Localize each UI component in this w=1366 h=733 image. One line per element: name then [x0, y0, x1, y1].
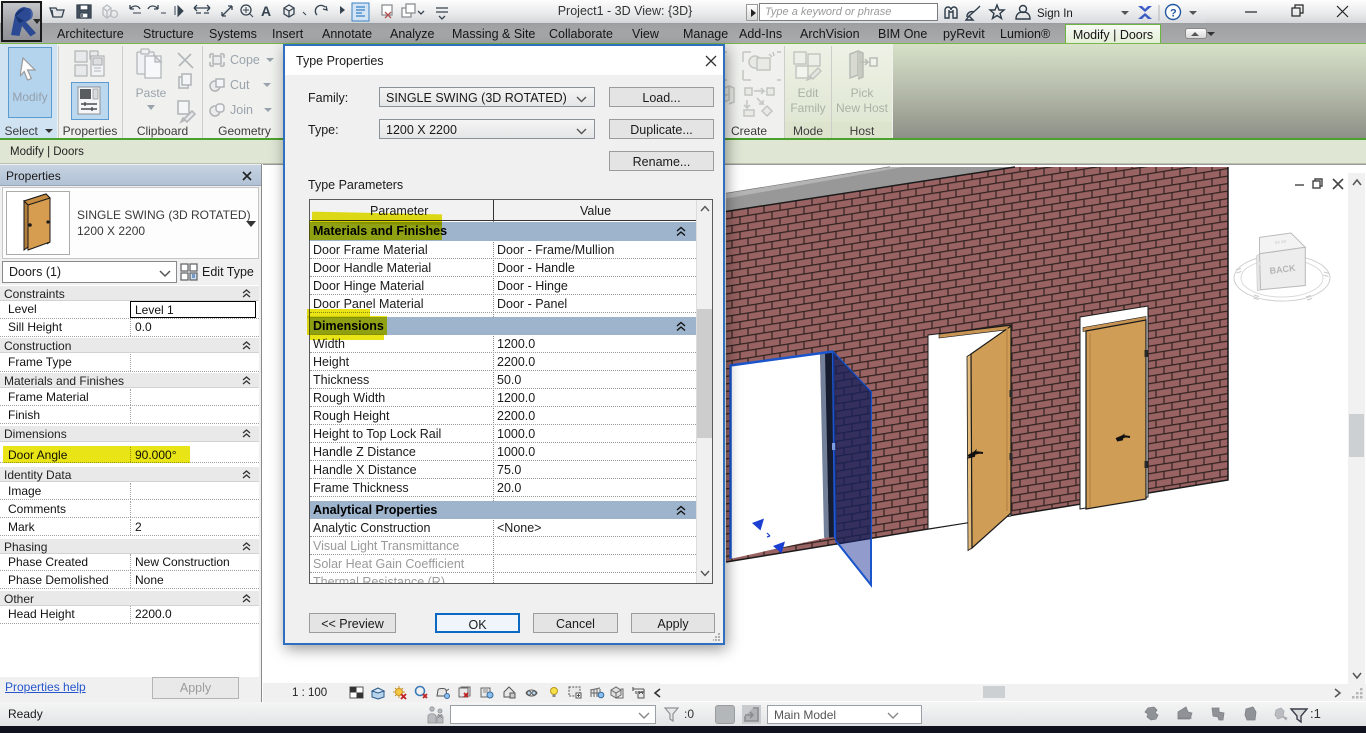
svg-text:A: A: [261, 3, 271, 19]
svg-text:?: ?: [1170, 8, 1177, 20]
svg-text:Sign In: Sign In: [1037, 8, 1073, 20]
